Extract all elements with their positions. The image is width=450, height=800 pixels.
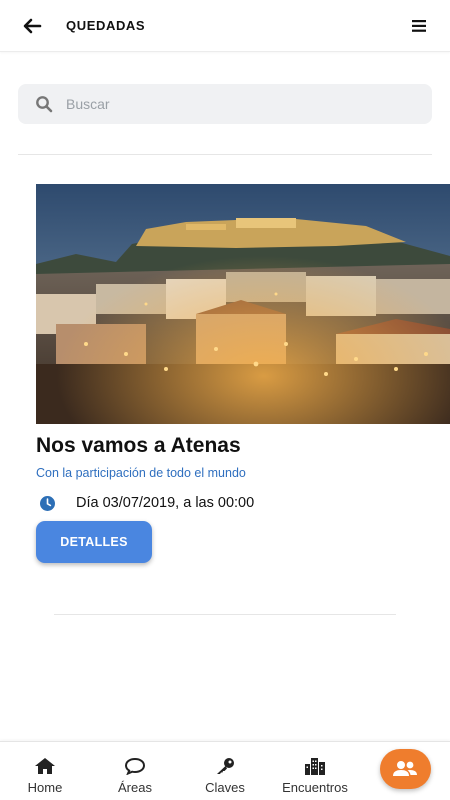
back-arrow-icon[interactable] <box>20 14 44 38</box>
chat-bubble-icon <box>124 757 146 775</box>
city-icon <box>305 758 325 775</box>
nav-item-areas[interactable]: Áreas <box>112 742 158 800</box>
hamburger-menu-icon[interactable] <box>410 16 430 36</box>
fab-group-button[interactable] <box>380 749 431 789</box>
home-icon <box>35 758 55 774</box>
divider <box>18 154 432 155</box>
search-icon <box>35 95 53 113</box>
page-title: QUEDADAS <box>66 18 146 33</box>
event-date: Día 03/07/2019, a las 00:00 <box>76 495 255 511</box>
search-input[interactable] <box>66 84 416 124</box>
nav-label-areas: Áreas <box>118 780 152 795</box>
nav-label-home: Home <box>27 780 63 795</box>
event-image[interactable] <box>36 184 450 424</box>
nav-item-encuentros[interactable]: Encuentros <box>278 742 352 800</box>
key-icon <box>217 758 234 774</box>
top-app-bar: QUEDADAS <box>0 0 450 52</box>
nav-label-encuentros: Encuentros <box>282 780 348 795</box>
details-button[interactable]: DETALLES <box>36 521 152 563</box>
nav-item-home[interactable]: Home <box>22 742 68 800</box>
nav-label-claves: Claves <box>205 780 245 795</box>
event-subtitle: Con la participación de todo el mundo <box>36 466 246 480</box>
nav-item-claves[interactable]: Claves <box>200 742 250 800</box>
group-users-icon <box>393 761 417 776</box>
divider <box>54 614 396 615</box>
clock-icon <box>39 495 56 512</box>
event-title: Nos vamos a Atenas <box>36 434 241 457</box>
search-bar <box>18 84 432 124</box>
